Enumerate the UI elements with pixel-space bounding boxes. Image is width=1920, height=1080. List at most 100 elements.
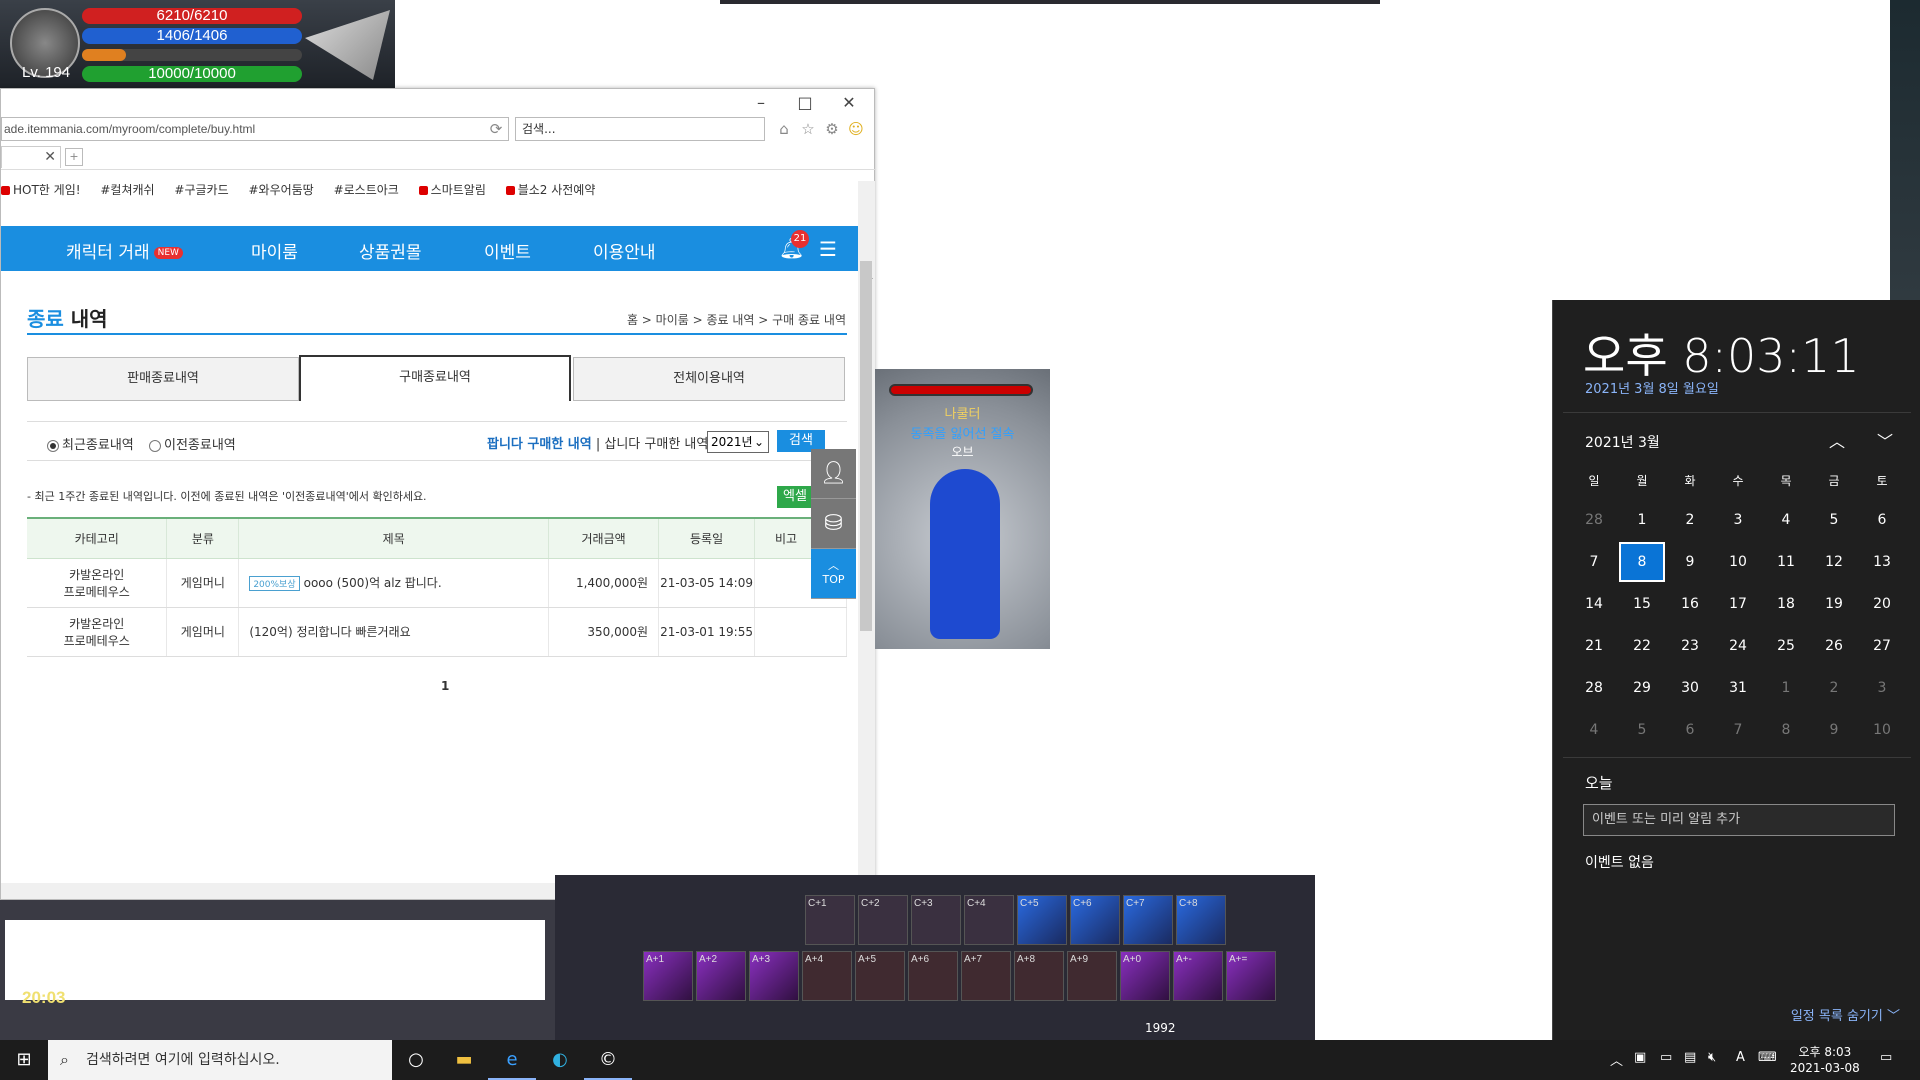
nav-character-trade[interactable]: 캐릭터 거래 NEW: [66, 238, 183, 263]
tray-volume-mute-icon[interactable]: 🔇︎: [1708, 1050, 1716, 1065]
tray-ime-indicator[interactable]: A: [1736, 1050, 1745, 1065]
calendar-day[interactable]: 7: [1715, 710, 1761, 750]
new-tab-button[interactable]: +: [65, 148, 83, 166]
calendar-day[interactable]: 9: [1811, 710, 1857, 750]
skill-slot[interactable]: C+8: [1176, 895, 1226, 945]
maximize-button[interactable]: □: [783, 89, 827, 119]
calendar-day[interactable]: 4: [1763, 500, 1809, 540]
tray-device-icon[interactable]: ▣: [1634, 1050, 1646, 1065]
calendar-day[interactable]: 20: [1859, 584, 1905, 624]
tab-sell-complete[interactable]: 판매종료내역: [27, 357, 299, 401]
calendar-day[interactable]: 2: [1667, 500, 1713, 540]
tag-smart-alert[interactable]: 스마트알림: [418, 183, 486, 197]
cell-title[interactable]: (120억) 정리합니다 빠른거래요: [238, 607, 550, 657]
skill-slot[interactable]: C+2: [858, 895, 908, 945]
radio-recent[interactable]: 최근종료내역: [47, 434, 134, 453]
tag-lostark[interactable]: #로스트아크: [334, 183, 399, 197]
calendar-day[interactable]: 10: [1859, 710, 1905, 750]
skill-slot[interactable]: A+1: [643, 951, 693, 1001]
calendar-day[interactable]: 14: [1571, 584, 1617, 624]
skill-slot[interactable]: A+3: [749, 951, 799, 1001]
skill-slot[interactable]: A+9: [1067, 951, 1117, 1001]
user-icon[interactable]: 👤︎: [811, 449, 856, 499]
calendar-day[interactable]: 16: [1667, 584, 1713, 624]
calendar-day[interactable]: 5: [1619, 710, 1665, 750]
calendar-day[interactable]: 27: [1859, 626, 1905, 666]
table-row[interactable]: 카발온라인 프로메테우스 게임머니 (120억) 정리합니다 빠른거래요 350,…: [27, 607, 847, 657]
skill-slot[interactable]: C+5: [1017, 895, 1067, 945]
internet-explorer-icon[interactable]: e: [488, 1040, 536, 1080]
calendar-day[interactable]: 25: [1763, 626, 1809, 666]
calendar-day[interactable]: 21: [1571, 626, 1617, 666]
calendar-day[interactable]: 7: [1571, 542, 1617, 582]
calendar-day[interactable]: 5: [1811, 500, 1857, 540]
favorites-star-icon[interactable]: ☆: [797, 119, 819, 139]
vertical-scrollbar[interactable]: ︿ ﹀: [858, 181, 875, 965]
nav-event[interactable]: 이벤트: [484, 238, 531, 263]
settings-gear-icon[interactable]: ⚙: [821, 119, 843, 139]
skill-slot[interactable]: A+0: [1120, 951, 1170, 1001]
year-select[interactable]: 2021년 ⌄: [707, 431, 769, 453]
calendar-day[interactable]: 28: [1571, 668, 1617, 708]
tag-wow[interactable]: #와우어둠땅: [248, 183, 313, 197]
skill-slot[interactable]: C+3: [911, 895, 961, 945]
calendar-day[interactable]: 8: [1763, 710, 1809, 750]
calendar-day[interactable]: 1: [1763, 668, 1809, 708]
scroll-thumb[interactable]: [860, 261, 872, 631]
windows-start-icon[interactable]: ⊞: [0, 1040, 48, 1080]
calendar-day[interactable]: 18: [1763, 584, 1809, 624]
table-row[interactable]: 카발온라인 프로메테우스 게임머니 200%보상 oooo (500)억 alz 팝…: [27, 558, 847, 608]
skill-slot[interactable]: A+8: [1014, 951, 1064, 1001]
skill-slot[interactable]: A+2: [696, 951, 746, 1001]
calendar-day[interactable]: 28: [1571, 500, 1617, 540]
calendar-day[interactable]: 1: [1619, 500, 1665, 540]
nav-myroom[interactable]: 마이룸: [251, 238, 298, 263]
address-bar[interactable]: ade.itemmania.com/myroom/complete/buy.ht…: [1, 117, 509, 141]
calendar-day[interactable]: 3: [1715, 500, 1761, 540]
skill-slot[interactable]: C+7: [1123, 895, 1173, 945]
task-view-icon[interactable]: ○: [392, 1040, 440, 1080]
chevron-up-icon[interactable]: ︿: [1829, 428, 1845, 452]
skill-slot[interactable]: C+1: [805, 895, 855, 945]
nav-guide[interactable]: 이용안내: [593, 238, 656, 263]
nav-giftcard[interactable]: 상품권몰: [359, 238, 422, 263]
tray-network-icon[interactable]: ▤: [1684, 1050, 1696, 1065]
skill-slot[interactable]: A+4: [802, 951, 852, 1001]
tab-all-history[interactable]: 전체이용내역: [573, 357, 845, 401]
calendar-day[interactable]: 6: [1859, 500, 1905, 540]
calendar-day[interactable]: 12: [1811, 542, 1857, 582]
taskbar-search-input[interactable]: ⌕ 검색하려면 여기에 입력하십시오.: [48, 1040, 392, 1080]
radio-previous[interactable]: 이전종료내역: [149, 434, 236, 453]
top-button[interactable]: ︿ TOP: [811, 549, 856, 599]
tab-buy-complete[interactable]: 구매종료내역: [299, 355, 571, 401]
notification-center-icon[interactable]: ▭: [1880, 1050, 1892, 1065]
tab-close-icon[interactable]: ✕: [44, 149, 56, 165]
calendar-day[interactable]: 3: [1859, 668, 1905, 708]
calendar-day[interactable]: 13: [1859, 542, 1905, 582]
hamburger-menu-icon[interactable]: ☰: [819, 237, 837, 261]
minimize-button[interactable]: –: [739, 89, 783, 119]
tag-bns2[interactable]: 블소2 사전예약: [505, 183, 595, 197]
chevron-down-icon[interactable]: ﹀: [1877, 428, 1893, 452]
calendar-day[interactable]: 31: [1715, 668, 1761, 708]
skill-slot[interactable]: A+5: [855, 951, 905, 1001]
skill-slot[interactable]: A+-: [1173, 951, 1223, 1001]
calendar-day[interactable]: 30: [1667, 668, 1713, 708]
calendar-day[interactable]: 29: [1619, 668, 1665, 708]
calendar-month[interactable]: 2021년 3월: [1585, 432, 1660, 452]
skill-slot[interactable]: A+=: [1226, 951, 1276, 1001]
calendar-day[interactable]: 8: [1619, 542, 1665, 582]
excel-button[interactable]: 엑셀: [777, 486, 815, 508]
tag-googlecard[interactable]: #구글카드: [174, 183, 228, 197]
calendar-day[interactable]: 4: [1571, 710, 1617, 750]
calendar-day[interactable]: 15: [1619, 584, 1665, 624]
close-button[interactable]: ✕: [827, 89, 871, 119]
refresh-icon[interactable]: ⟳: [485, 119, 507, 139]
calendar-day[interactable]: 26: [1811, 626, 1857, 666]
calendar-day[interactable]: 2: [1811, 668, 1857, 708]
tag-hot[interactable]: HOT한 게임!: [1, 183, 81, 197]
event-input[interactable]: 이벤트 또는 미리 알림 추가: [1583, 804, 1895, 836]
calendar-day[interactable]: 23: [1667, 626, 1713, 666]
home-icon[interactable]: ⌂: [773, 119, 795, 139]
file-explorer-icon[interactable]: ▬: [440, 1040, 488, 1080]
